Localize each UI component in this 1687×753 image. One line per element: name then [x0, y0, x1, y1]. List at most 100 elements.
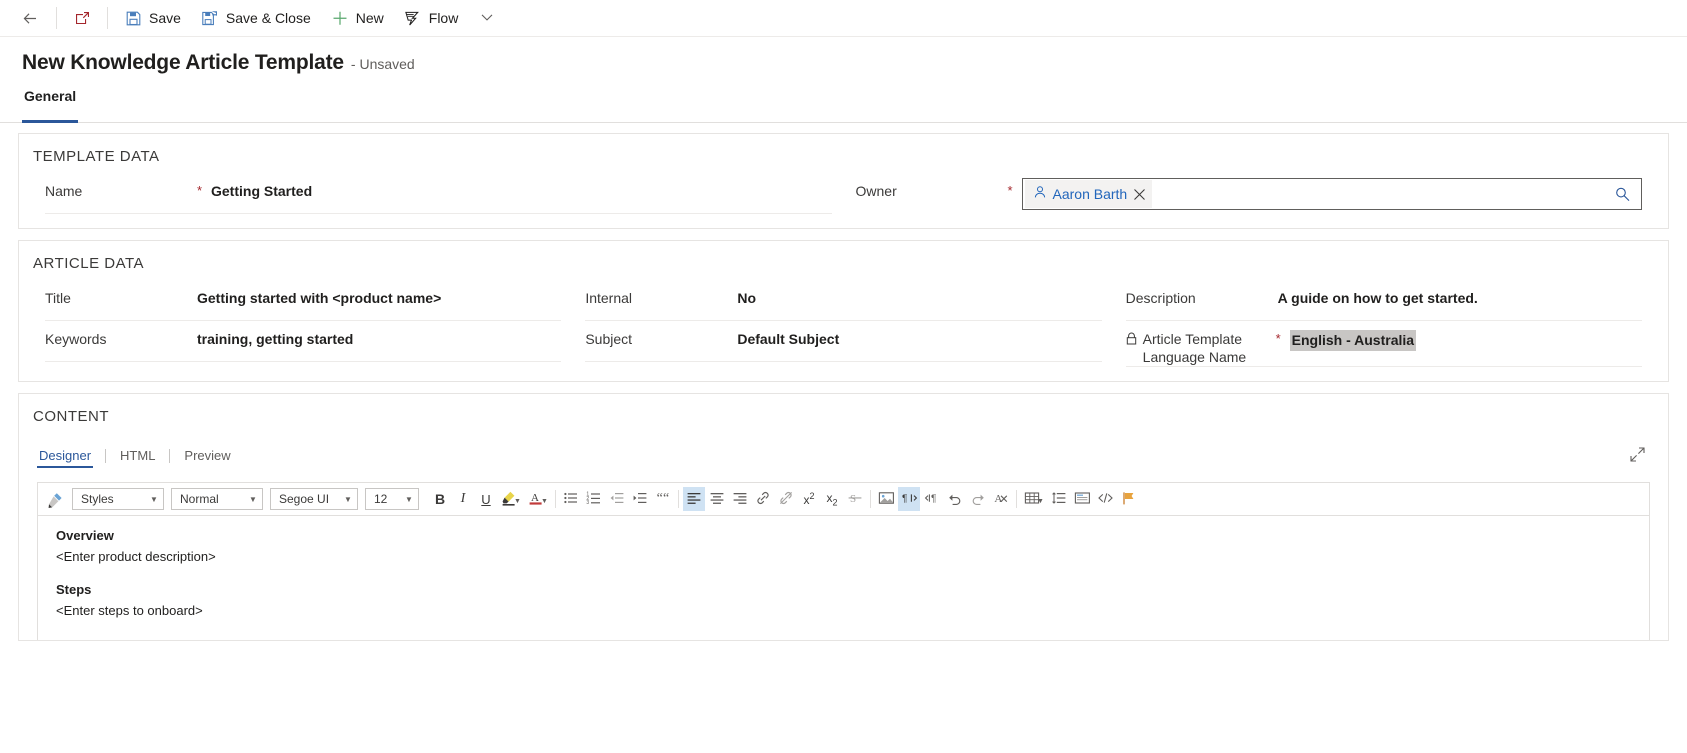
tab-html[interactable]: HTML: [120, 448, 155, 468]
chevron-down-icon: ▼: [514, 498, 521, 505]
flag-button[interactable]: [1117, 487, 1139, 511]
italic-button[interactable]: I: [452, 487, 474, 511]
field-value-name[interactable]: Getting Started: [211, 182, 832, 201]
bulleted-list-button[interactable]: [560, 487, 582, 511]
search-icon[interactable]: [1608, 186, 1637, 203]
insert-link-button[interactable]: [752, 487, 774, 511]
format-select-value: Normal: [180, 492, 219, 506]
highlight-color-button[interactable]: ▼: [498, 487, 524, 511]
section-template-data-heading: TEMPLATE DATA: [33, 148, 160, 165]
owner-chip-label: Aaron Barth: [1052, 186, 1128, 202]
line-spacing-button[interactable]: [1048, 487, 1070, 511]
field-row-title: Title Getting started with <product name…: [45, 280, 562, 321]
numbered-list-button[interactable]: 1 2 3: [583, 487, 605, 511]
divider: [169, 448, 171, 463]
page-title-bar: New Knowledge Article Template - Unsaved: [0, 37, 1687, 75]
save-button-label: Save: [149, 10, 181, 26]
align-center-icon: [709, 490, 725, 509]
underline-button[interactable]: U: [475, 487, 497, 511]
styles-select[interactable]: Styles ▼: [72, 488, 164, 510]
link-icon: [755, 490, 771, 509]
editor-content-area[interactable]: Overview <Enter product description> Ste…: [38, 516, 1649, 640]
blockquote-button[interactable]: “ “: [652, 487, 674, 511]
insert-snippet-button[interactable]: [1071, 487, 1093, 511]
increase-indent-button[interactable]: [629, 487, 651, 511]
owner-chip[interactable]: Aaron Barth: [1024, 180, 1153, 208]
save-and-close-button[interactable]: Save & Close: [191, 0, 321, 36]
divider: [107, 7, 108, 29]
clear-formatting-button[interactable]: A: [990, 487, 1012, 511]
plus-icon: [331, 9, 349, 27]
chevron-down-icon: ▼: [541, 498, 548, 505]
tab-html-label: HTML: [120, 448, 156, 463]
field-label-title: Title: [45, 289, 197, 307]
redo-button[interactable]: [967, 487, 989, 511]
unlink-icon: [778, 490, 794, 509]
field-label-subject-text: Subject: [585, 331, 633, 347]
close-icon[interactable]: [1133, 188, 1146, 201]
font-color-button[interactable]: A ▼: [525, 487, 551, 511]
svg-text:S: S: [850, 493, 856, 505]
new-button[interactable]: New: [321, 0, 394, 36]
save-button[interactable]: Save: [114, 0, 191, 36]
insert-template-icon: [1074, 490, 1091, 509]
line-spacing-icon: [1051, 490, 1067, 509]
align-left-button[interactable]: [683, 487, 705, 511]
undo-icon: [947, 490, 963, 509]
strikethrough-button[interactable]: S: [844, 487, 866, 511]
left-to-right-button[interactable]: ¶: [921, 487, 943, 511]
align-right-button[interactable]: [729, 487, 751, 511]
svg-text:“: “: [663, 491, 669, 506]
required-indicator: *: [197, 183, 203, 198]
flow-button-label: Flow: [428, 10, 459, 26]
tab-general[interactable]: General: [22, 88, 79, 123]
field-label-name: Name: [45, 182, 197, 200]
field-label-subject: Subject: [585, 330, 737, 348]
font-family-select[interactable]: Segoe UI ▼: [270, 488, 358, 510]
align-center-button[interactable]: [706, 487, 728, 511]
field-value-description[interactable]: A guide on how to get started.: [1278, 289, 1642, 308]
subscript-button[interactable]: x2: [821, 487, 843, 511]
styles-select-value: Styles: [81, 492, 114, 506]
field-label-owner: Owner: [856, 182, 1008, 200]
source-code-button[interactable]: [1094, 487, 1116, 511]
article-data-column-1: Title Getting started with <product name…: [33, 280, 573, 367]
undo-button[interactable]: [944, 487, 966, 511]
tab-preview[interactable]: Preview: [184, 448, 230, 468]
owner-lookup-field[interactable]: Aaron Barth: [1021, 178, 1642, 210]
decrease-indent-button[interactable]: [606, 487, 628, 511]
expand-diagonal-icon: [1629, 446, 1646, 466]
field-value-title[interactable]: Getting started with <product name>: [197, 289, 561, 308]
format-painter-icon[interactable]: [42, 487, 68, 511]
remove-link-button[interactable]: [775, 487, 797, 511]
format-select[interactable]: Normal ▼: [171, 488, 263, 510]
insert-image-button[interactable]: [875, 487, 897, 511]
open-in-new-window-button[interactable]: [63, 0, 101, 36]
divider: [56, 7, 57, 29]
field-value-article-template-language-name[interactable]: English - Australia: [1289, 330, 1417, 351]
section-article-data-heading: ARTICLE DATA: [33, 255, 145, 272]
field-value-subject[interactable]: Default Subject: [737, 330, 1101, 349]
required-indicator: *: [1275, 331, 1281, 346]
flow-button[interactable]: Flow: [394, 0, 469, 36]
field-value-internal[interactable]: No: [737, 289, 1101, 308]
insert-table-button[interactable]: ▼: [1021, 487, 1047, 511]
superscript-button[interactable]: x2: [798, 487, 820, 511]
required-indicator: *: [1007, 183, 1013, 198]
save-and-close-icon: [201, 9, 219, 27]
bold-button[interactable]: B: [429, 487, 451, 511]
right-to-left-button[interactable]: ¶: [898, 487, 920, 511]
ltr-icon: ¶: [924, 490, 941, 509]
command-overflow-button[interactable]: [468, 0, 506, 36]
template-data-column-1: Name * Getting Started: [33, 173, 844, 214]
svg-text:¶: ¶: [902, 493, 907, 504]
field-value-keywords[interactable]: training, getting started: [197, 330, 561, 349]
back-button[interactable]: [8, 0, 50, 36]
content-paragraph-steps: <Enter steps to onboard>: [56, 603, 203, 618]
font-size-select[interactable]: 12 ▼: [365, 488, 419, 510]
expand-editor-button[interactable]: [1629, 446, 1646, 470]
tab-designer[interactable]: Designer: [36, 448, 94, 468]
field-row-description: Description A guide on how to get starte…: [1125, 280, 1642, 321]
command-bar: Save Save & Close New Flow: [0, 0, 1687, 37]
content-heading-steps: Steps: [56, 582, 92, 597]
